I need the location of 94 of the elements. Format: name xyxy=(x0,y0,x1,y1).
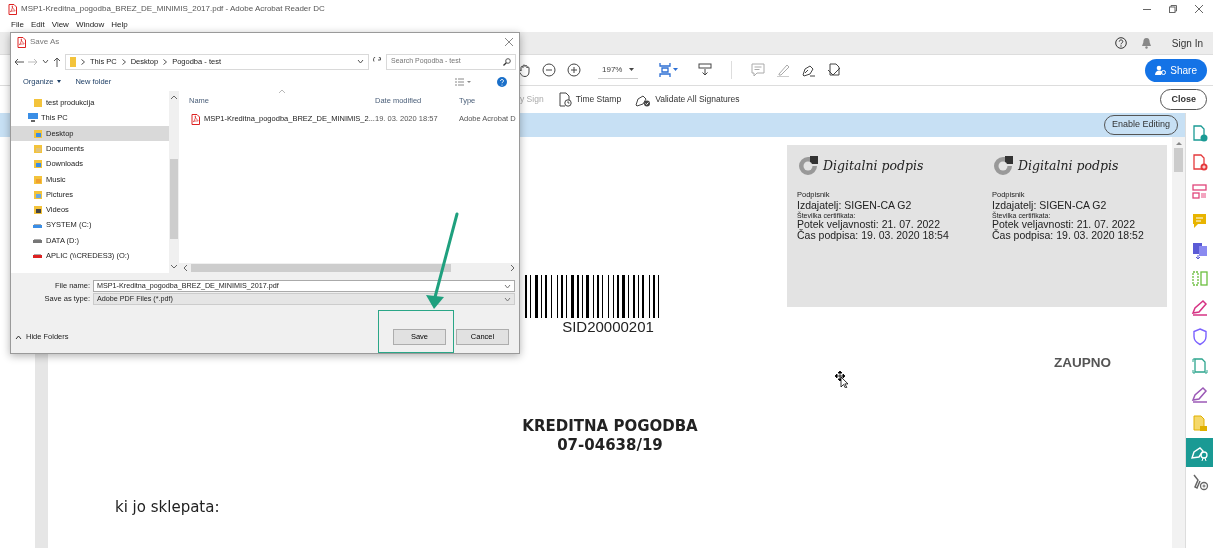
pdf-file-icon xyxy=(191,113,200,125)
help-icon xyxy=(497,76,507,87)
caret-icon xyxy=(629,68,634,71)
issuer-text: Izdajatelj: SIGEN-CA G2 xyxy=(992,200,1108,212)
folder-icon xyxy=(33,128,43,138)
person-icon xyxy=(1155,65,1167,75)
scroll-mode-icon xyxy=(698,63,712,77)
pdf-file-icon xyxy=(8,3,17,15)
comment-icon xyxy=(751,63,765,77)
chevron-down-icon xyxy=(357,59,364,64)
folder-icon xyxy=(33,159,43,169)
signing-time-text: Čas podpisa: 19. 03. 2020 18:52 xyxy=(992,230,1145,242)
folder-icon xyxy=(33,144,43,154)
signature-title: Digitalni podpis xyxy=(823,156,924,175)
toolbar-item[interactable]: Time Stamp xyxy=(575,93,622,106)
tool-button[interactable] xyxy=(1186,438,1213,467)
document-arrow-icon xyxy=(1190,123,1210,144)
forward-arrow-icon xyxy=(28,57,38,66)
menu-item[interactable]: Window xyxy=(75,19,105,31)
expiry-text: Potek veljavnosti: 21. 07. 2022 xyxy=(992,218,1136,230)
folder-icon xyxy=(33,205,43,215)
bell-icon xyxy=(1140,37,1152,49)
signature-logo-icon xyxy=(992,155,1014,177)
chevron-right-icon xyxy=(81,58,85,65)
scroll-up-icon xyxy=(171,95,177,99)
body-text: ki jo sklepata: xyxy=(115,498,220,517)
document-clock-icon xyxy=(557,92,572,107)
zoom-in-icon xyxy=(567,63,581,77)
compress-icon xyxy=(1190,268,1210,289)
sort-caret-icon xyxy=(279,90,285,94)
toolbar-item[interactable]: Validate All Signatures xyxy=(655,93,740,106)
pdf-file-icon xyxy=(17,36,26,48)
dialog-title: Save As xyxy=(30,36,60,48)
stamp-icon xyxy=(827,63,842,77)
signing-time-text: Čas podpisa: 19. 03. 2020 18:54 xyxy=(797,230,950,242)
folder-icon xyxy=(70,56,76,67)
document-heading: KREDITNA POGODBA xyxy=(521,416,699,436)
document-plus-icon xyxy=(1190,152,1210,173)
zoom-dropdown[interactable]: 197% xyxy=(598,61,638,79)
scroll-down-icon xyxy=(171,265,177,269)
chevron-down-icon xyxy=(42,59,49,64)
folder-icon xyxy=(33,98,43,108)
chevron-right-icon xyxy=(163,58,168,65)
fit-page-icon xyxy=(659,62,679,78)
barcode-number: SID20000201 xyxy=(561,317,655,337)
zoom-out-icon xyxy=(542,63,556,77)
scroll-up-icon xyxy=(1175,141,1182,145)
horizontal-scrollbar[interactable] xyxy=(179,263,519,273)
caret-icon xyxy=(57,80,62,83)
window-title: MSP1-Kreditna_pogodba_BREZ_DE_MINIMIS_2017.pdf - Adobe Acrobat Reader DC xyxy=(21,3,325,15)
vertical-scrollbar[interactable] xyxy=(1172,137,1185,548)
close-icon xyxy=(1195,5,1203,13)
menu-item[interactable]: View xyxy=(51,19,69,31)
expiry-text: Potek veljavnosti: 21. 07. 2022 xyxy=(797,218,941,230)
vertical-scrollbar[interactable] xyxy=(169,91,179,273)
view-options-icon xyxy=(455,77,471,86)
chevron-right-icon xyxy=(121,58,126,65)
folder-icon xyxy=(33,174,43,184)
help-icon xyxy=(1114,37,1127,49)
pen-icon xyxy=(1190,384,1210,405)
close-button[interactable]: Close xyxy=(1160,88,1207,111)
scroll-thumb[interactable] xyxy=(170,159,178,239)
chevron-up-icon xyxy=(15,334,22,340)
up-arrow-icon xyxy=(53,56,61,67)
menu-item[interactable]: File xyxy=(11,19,24,31)
document-heading: 07-04638/19 xyxy=(556,435,664,455)
highlight-pen-icon xyxy=(776,63,790,77)
folder-icon xyxy=(33,189,43,199)
sign-in-link[interactable]: Sign In xyxy=(1171,35,1203,51)
move-cursor-icon xyxy=(834,369,848,388)
scroll-thumb[interactable] xyxy=(191,264,451,272)
shield-icon xyxy=(1190,326,1210,347)
scroll-right-icon xyxy=(511,265,515,271)
layout-icon xyxy=(1190,181,1210,202)
sign-pen-icon xyxy=(801,63,816,77)
menu-item[interactable]: Help xyxy=(111,19,128,31)
menu-item[interactable]: Edit xyxy=(30,19,45,31)
hand-icon xyxy=(518,63,531,77)
confidential-label: ZAUPNO xyxy=(1053,353,1112,372)
signature-logo-icon xyxy=(797,155,819,177)
scroll-left-icon xyxy=(183,265,187,271)
computer-icon xyxy=(28,113,38,123)
document-scan-icon xyxy=(1190,355,1210,376)
signature-title: Digitalni podpis xyxy=(1018,156,1119,175)
share-button[interactable]: Share xyxy=(1145,58,1207,82)
search-icon xyxy=(503,57,511,66)
restore-icon xyxy=(1169,5,1177,13)
drive-icon xyxy=(33,251,43,261)
back-arrow-icon xyxy=(14,57,24,66)
pen-icon xyxy=(1190,297,1210,318)
close-icon xyxy=(505,38,513,46)
scroll-thumb[interactable] xyxy=(1174,148,1183,172)
document-icon xyxy=(1190,413,1210,434)
issuer-text: Izdajatelj: SIGEN-CA G2 xyxy=(797,200,913,212)
